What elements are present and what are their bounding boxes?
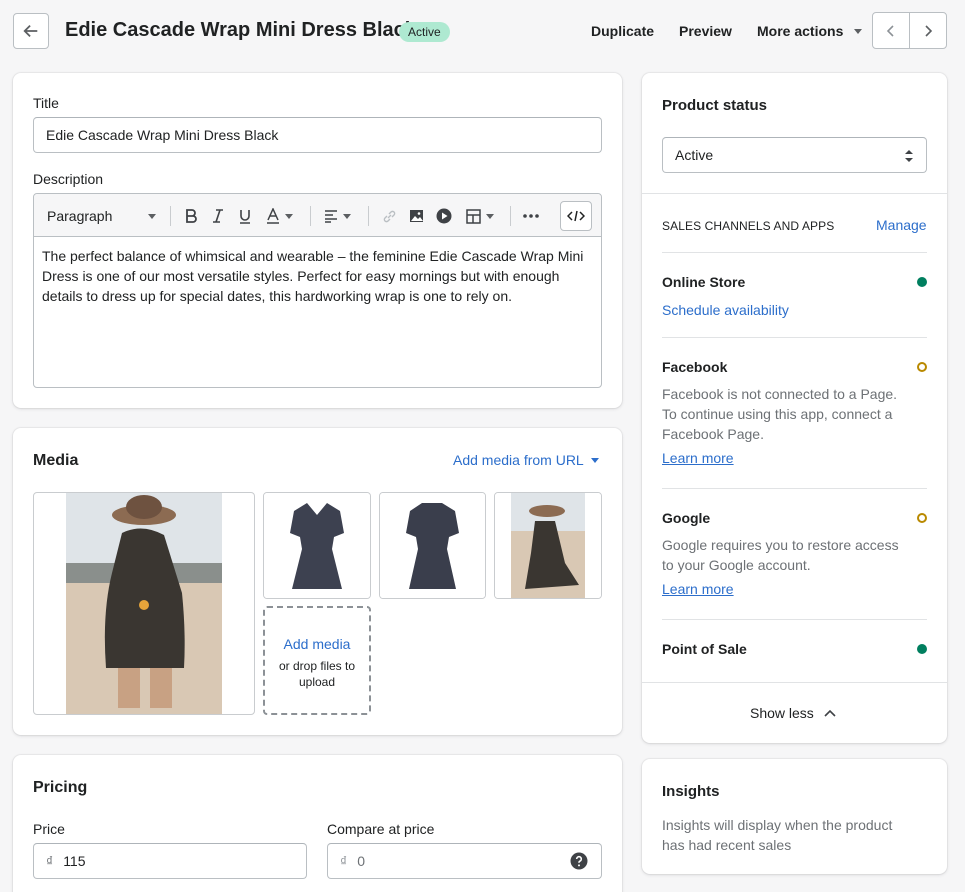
compare-price-label: Compare at price xyxy=(327,821,435,837)
product-pager xyxy=(872,12,947,49)
table-icon xyxy=(466,208,481,224)
product-status-value: Active xyxy=(675,147,714,163)
description-label: Description xyxy=(33,171,104,187)
sales-channels-heading: SALES CHANNELS AND APPS xyxy=(662,219,835,233)
insert-image-button[interactable] xyxy=(409,206,424,226)
arrow-left-icon xyxy=(23,24,38,38)
channel-google: Google xyxy=(662,510,711,526)
price-label: Price xyxy=(33,821,65,837)
code-icon xyxy=(567,210,585,222)
google-learn-more-link[interactable]: Learn more xyxy=(662,581,734,597)
featured-media-image[interactable] xyxy=(33,492,255,715)
channel-status-active-icon xyxy=(917,277,927,287)
media-thumbnail[interactable] xyxy=(494,492,602,599)
manage-channels-link[interactable]: Manage xyxy=(876,217,927,233)
page-header: Edie Cascade Wrap Mini Dress Black Activ… xyxy=(0,0,965,64)
google-description: Google requires you to restore access to… xyxy=(662,537,899,573)
dropzone-hint: or drop files to upload xyxy=(278,659,356,689)
bold-icon xyxy=(186,209,197,223)
next-product-button[interactable] xyxy=(910,13,946,48)
channel-status-pending-icon xyxy=(917,362,927,372)
media-thumbnail[interactable] xyxy=(379,492,486,599)
previous-product-button[interactable] xyxy=(873,13,910,48)
add-media-from-url-button[interactable]: Add media from URL xyxy=(453,452,600,468)
paragraph-format-select[interactable]: Paragraph xyxy=(47,206,157,226)
preview-button[interactable]: Preview xyxy=(679,23,732,39)
insert-table-button[interactable] xyxy=(466,206,495,226)
beach-sitting-photo-image xyxy=(495,493,601,598)
compare-price-value: 0 xyxy=(357,853,365,869)
dress-front-image xyxy=(264,493,370,598)
play-icon xyxy=(436,208,452,224)
beach-photo-image xyxy=(66,493,222,714)
link-icon xyxy=(383,210,396,222)
channel-status-active-icon xyxy=(917,644,927,654)
caret-down-icon xyxy=(285,214,293,219)
schedule-availability-link[interactable]: Schedule availability xyxy=(662,302,789,318)
underline-button[interactable] xyxy=(238,206,252,226)
italic-icon xyxy=(213,209,223,223)
description-editor: Paragraph The perfect balance of whimsic… xyxy=(33,193,602,388)
text-color-icon xyxy=(267,208,279,224)
facebook-learn-more-link[interactable]: Learn more xyxy=(662,450,734,466)
currency-symbol: ₫ xyxy=(46,853,54,869)
editor-toolbar: Paragraph xyxy=(34,194,601,237)
text-color-button[interactable] xyxy=(266,206,294,226)
insights-heading: Insights xyxy=(662,783,720,800)
price-input[interactable]: ₫ 115 xyxy=(33,843,307,879)
channel-facebook: Facebook xyxy=(662,359,728,375)
price-value: 115 xyxy=(63,853,86,869)
compare-price-input[interactable]: ₫ 0 xyxy=(327,843,602,879)
chevron-right-icon xyxy=(925,24,933,37)
caret-down-icon xyxy=(148,214,157,219)
currency-symbol: ₫ xyxy=(340,853,348,869)
pricing-heading: Pricing xyxy=(33,779,88,796)
select-arrows-icon xyxy=(905,150,913,162)
chevron-left-icon xyxy=(886,24,894,37)
media-thumbnail[interactable] xyxy=(263,492,371,599)
insert-video-button[interactable] xyxy=(436,206,452,226)
more-actions-button[interactable]: More actions xyxy=(757,23,863,39)
show-less-label: Show less xyxy=(750,705,814,721)
channel-point-of-sale: Point of Sale xyxy=(662,641,747,657)
chevron-up-icon xyxy=(824,709,836,717)
insert-link-button[interactable] xyxy=(382,206,397,226)
caret-down-icon xyxy=(486,214,494,219)
ellipsis-icon xyxy=(523,214,539,218)
status-badge: Active xyxy=(399,22,450,42)
product-status-select[interactable]: Active xyxy=(662,137,927,173)
underline-icon xyxy=(240,210,250,224)
italic-button[interactable] xyxy=(212,206,224,226)
caret-down-icon xyxy=(343,214,351,219)
align-button[interactable] xyxy=(324,206,352,226)
media-dropzone[interactable]: Add media or drop files to upload xyxy=(263,606,371,715)
show-less-button[interactable]: Show less xyxy=(750,705,836,721)
page-title: Edie Cascade Wrap Mini Dress Black xyxy=(65,19,416,41)
title-label: Title xyxy=(33,95,59,111)
channel-status-pending-icon xyxy=(917,513,927,523)
insights-text: Insights will display when the product h… xyxy=(662,817,893,853)
paragraph-format-label: Paragraph xyxy=(47,208,113,224)
align-left-icon xyxy=(325,210,337,223)
more-actions-label: More actions xyxy=(757,23,844,39)
help-icon[interactable] xyxy=(570,852,588,870)
product-status-heading: Product status xyxy=(662,97,768,114)
show-html-button[interactable] xyxy=(560,201,592,231)
duplicate-button[interactable]: Duplicate xyxy=(591,23,654,39)
bold-button[interactable] xyxy=(184,206,198,226)
add-media-button[interactable]: Add media xyxy=(265,636,369,652)
title-input[interactable]: Edie Cascade Wrap Mini Dress Black xyxy=(33,117,602,153)
caret-down-icon xyxy=(854,29,863,34)
facebook-description: Facebook is not connected to a Page. To … xyxy=(662,386,898,442)
description-text[interactable]: The perfect balance of whimsical and wea… xyxy=(42,246,592,306)
channel-online-store: Online Store xyxy=(662,274,746,290)
add-media-url-label: Add media from URL xyxy=(453,452,584,468)
caret-down-icon xyxy=(591,458,600,463)
image-icon xyxy=(410,210,423,222)
back-button[interactable] xyxy=(13,13,49,49)
more-formatting-button[interactable] xyxy=(522,206,540,226)
dress-back-image xyxy=(380,493,485,598)
media-heading: Media xyxy=(33,452,79,469)
